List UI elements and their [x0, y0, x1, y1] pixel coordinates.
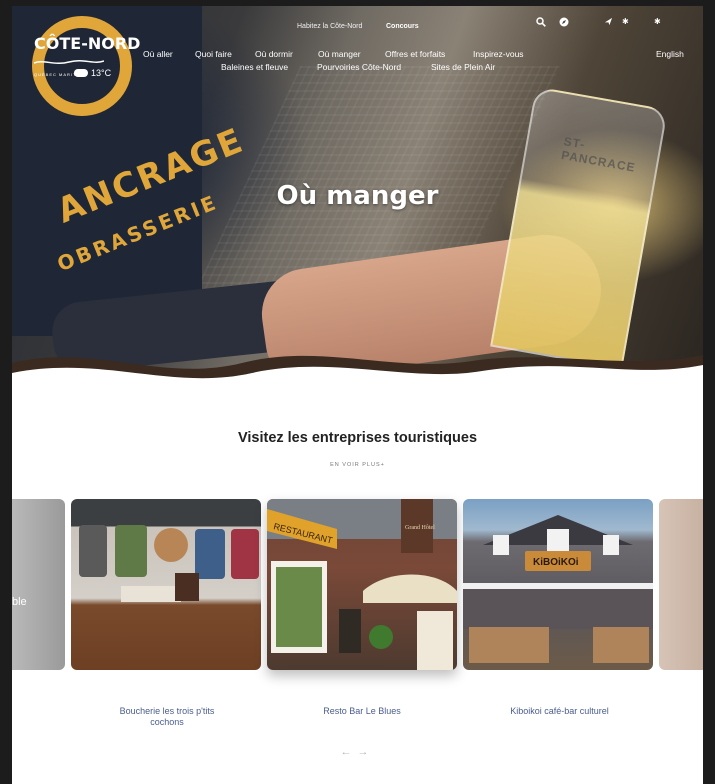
grand-hotel-sign: Grand Hôtel — [405, 525, 435, 531]
arrow-left-icon[interactable]: ← — [341, 746, 358, 758]
logo-name: CÔTE-NORD — [34, 34, 141, 53]
weather-widget: 13°C — [74, 68, 111, 78]
plane-icon[interactable] — [604, 17, 613, 29]
snowflake-icon-2[interactable]: ✱ — [654, 17, 661, 26]
search-icon[interactable] — [536, 17, 546, 30]
nav-pourvoiries[interactable]: Pourvoiries Côte-Nord — [317, 62, 401, 72]
carousel-card-resto-bar[interactable]: RESTAURANT Grand Hôtel — [267, 499, 457, 670]
logo-wave-icon — [33, 59, 105, 65]
glass-logo-text: ST-PANCRACE — [560, 134, 637, 175]
card-image-kiboikoi: KiBOiKOi — [463, 515, 653, 663]
carousel-card-partial-right[interactable] — [659, 499, 703, 670]
card-caption-resto-bar[interactable]: Resto Bar Le Blues — [302, 706, 422, 717]
top-bar: Habitez la Côte-Nord Concours ✱ ✱ — [12, 6, 703, 36]
hero-wave — [12, 355, 703, 391]
nav-ou-aller[interactable]: Où aller — [143, 49, 173, 59]
carousel-card-partial-left[interactable]: ble — [12, 499, 65, 670]
card-caption-boucherie[interactable]: Boucherie les trois p'tits cochons — [102, 706, 232, 729]
carousel-arrows: ←→ — [12, 746, 703, 758]
nav-inspirez-vous[interactable]: Inspirez-vous — [473, 49, 524, 59]
habitez-link[interactable]: Habitez la Côte-Nord — [297, 23, 362, 30]
carousel-card-kiboikoi[interactable]: KiBOiKOi — [463, 499, 653, 670]
hero-title: Où manger — [276, 181, 439, 211]
compass-icon[interactable] — [559, 17, 569, 30]
hero-banner: ANCRAGE OBRASSERIE ST-PANCRACE Où manger… — [12, 6, 703, 391]
concours-link[interactable]: Concours — [386, 23, 419, 30]
carousel-card-boucherie[interactable] — [71, 499, 261, 670]
nav-sites-plein-air[interactable]: Sites de Plein Air — [431, 62, 495, 72]
section-title: Visitez les entreprises touristiques — [237, 430, 478, 446]
nav-language-english[interactable]: English — [656, 49, 684, 59]
arrow-right-icon[interactable]: → — [358, 746, 375, 758]
card-partial-text: ble — [12, 596, 27, 608]
nav-quoi-faire[interactable]: Quoi faire — [195, 49, 232, 59]
weather-temp: 13°C — [91, 68, 112, 78]
see-more-link[interactable]: EN VOIR PLUS+ — [12, 462, 703, 468]
card-image-resto-bar: RESTAURANT Grand Hôtel — [267, 499, 457, 670]
nav-baleines-fleuve[interactable]: Baleines et fleuve — [221, 62, 288, 72]
kiboikoi-sign: KiBOiKOi — [533, 557, 579, 568]
nav-ou-manger[interactable]: Où manger — [318, 49, 361, 59]
card-image-boucherie — [79, 525, 259, 602]
card-caption-kiboikoi[interactable]: Kiboikoi café-bar culturel — [487, 706, 632, 717]
nav-offres-forfaits[interactable]: Offres et forfaits — [385, 49, 445, 59]
nav-ou-dormir[interactable]: Où dormir — [255, 49, 293, 59]
page-frame: ANCRAGE OBRASSERIE ST-PANCRACE Où manger… — [0, 0, 715, 784]
snowflake-icon[interactable]: ✱ — [622, 17, 629, 26]
cloud-icon — [74, 69, 88, 77]
